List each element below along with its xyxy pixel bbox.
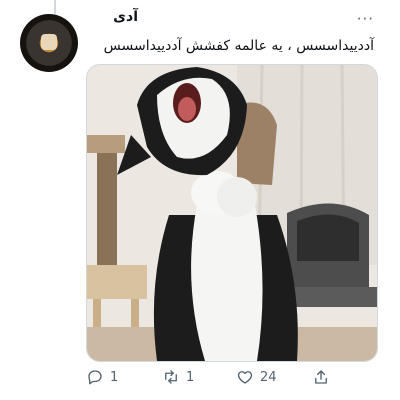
avatar-emblem [41,34,57,50]
reply-count: 1 [110,369,119,385]
cat-photo [87,65,377,361]
retweet-count: 1 [186,369,195,385]
avatar[interactable] [20,14,78,72]
tweet-actions: 1 1 24 [86,366,376,388]
like-icon [237,371,253,384]
author-name[interactable]: آدی [113,9,138,25]
like-button[interactable]: 24 [236,366,277,388]
retweet-button[interactable]: 1 [162,366,194,388]
more-icon[interactable]: ··· [357,10,374,28]
reply-button[interactable]: 1 [86,366,118,388]
like-count: 24 [260,369,277,385]
thread-line [54,0,56,14]
photo-wood-stool [87,265,147,299]
reply-icon [88,370,102,385]
share-button[interactable] [312,366,330,388]
photo-cat-tree-shelf [87,135,125,153]
tweet-text: آددییداسسس ، یه عالمه کفشش آددییداسسس [103,38,374,54]
retweet-icon [165,370,177,384]
share-icon [315,370,327,384]
photo-cat-tree-post [97,153,117,273]
tweet-media[interactable] [86,64,378,362]
